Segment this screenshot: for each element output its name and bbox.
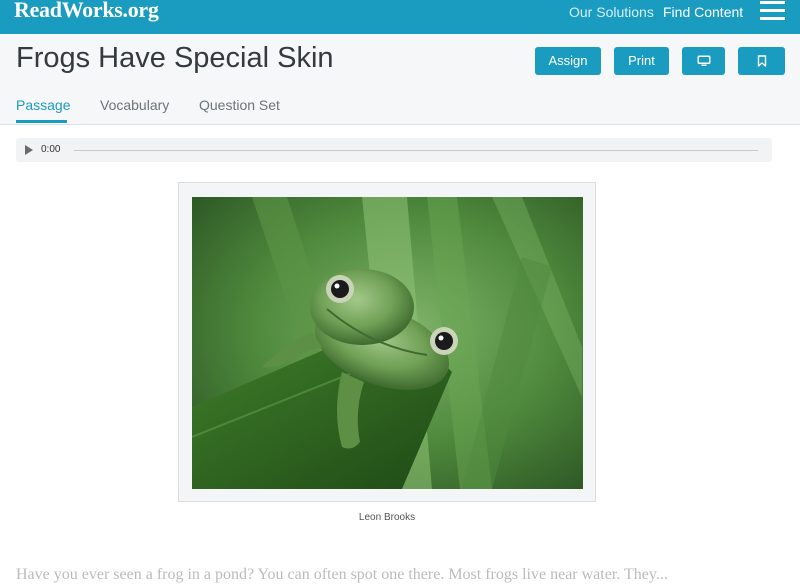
tab-active-indicator — [16, 120, 67, 123]
readworks-logo[interactable]: ReadWorks.org — [14, 0, 159, 23]
hamburger-icon[interactable] — [760, 1, 785, 21]
audio-player: 0:00 — [16, 138, 772, 162]
audio-progress-track[interactable] — [74, 150, 758, 151]
passage-figure — [178, 182, 596, 502]
tab-vocabulary[interactable]: Vocabulary — [100, 97, 169, 113]
play-icon[interactable] — [25, 145, 33, 155]
tab-passage[interactable]: Passage — [16, 97, 70, 113]
audio-time: 0:00 — [41, 144, 61, 155]
bookmark-icon — [757, 55, 766, 67]
assign-button[interactable]: Assign — [535, 47, 601, 75]
page-title: Frogs Have Special Skin — [16, 42, 334, 74]
print-button[interactable]: Print — [614, 47, 669, 75]
bookmark-button[interactable] — [738, 47, 785, 75]
frog-photo — [192, 197, 583, 489]
figure-caption: Leon Brooks — [358, 512, 416, 523]
tab-question-set[interactable]: Question Set — [199, 97, 280, 113]
title-area: Frogs Have Special Skin Assign Print Pas… — [0, 34, 800, 125]
present-button[interactable] — [682, 47, 725, 75]
monitor-icon — [697, 55, 710, 66]
nav-find-content[interactable]: Find Content — [663, 4, 743, 20]
passage-text: Have you ever seen a frog in a pond? You… — [16, 566, 668, 583]
nav-our-solutions[interactable]: Our Solutions — [569, 4, 654, 20]
top-nav-bar: ReadWorks.org Our Solutions Find Content — [0, 0, 800, 34]
